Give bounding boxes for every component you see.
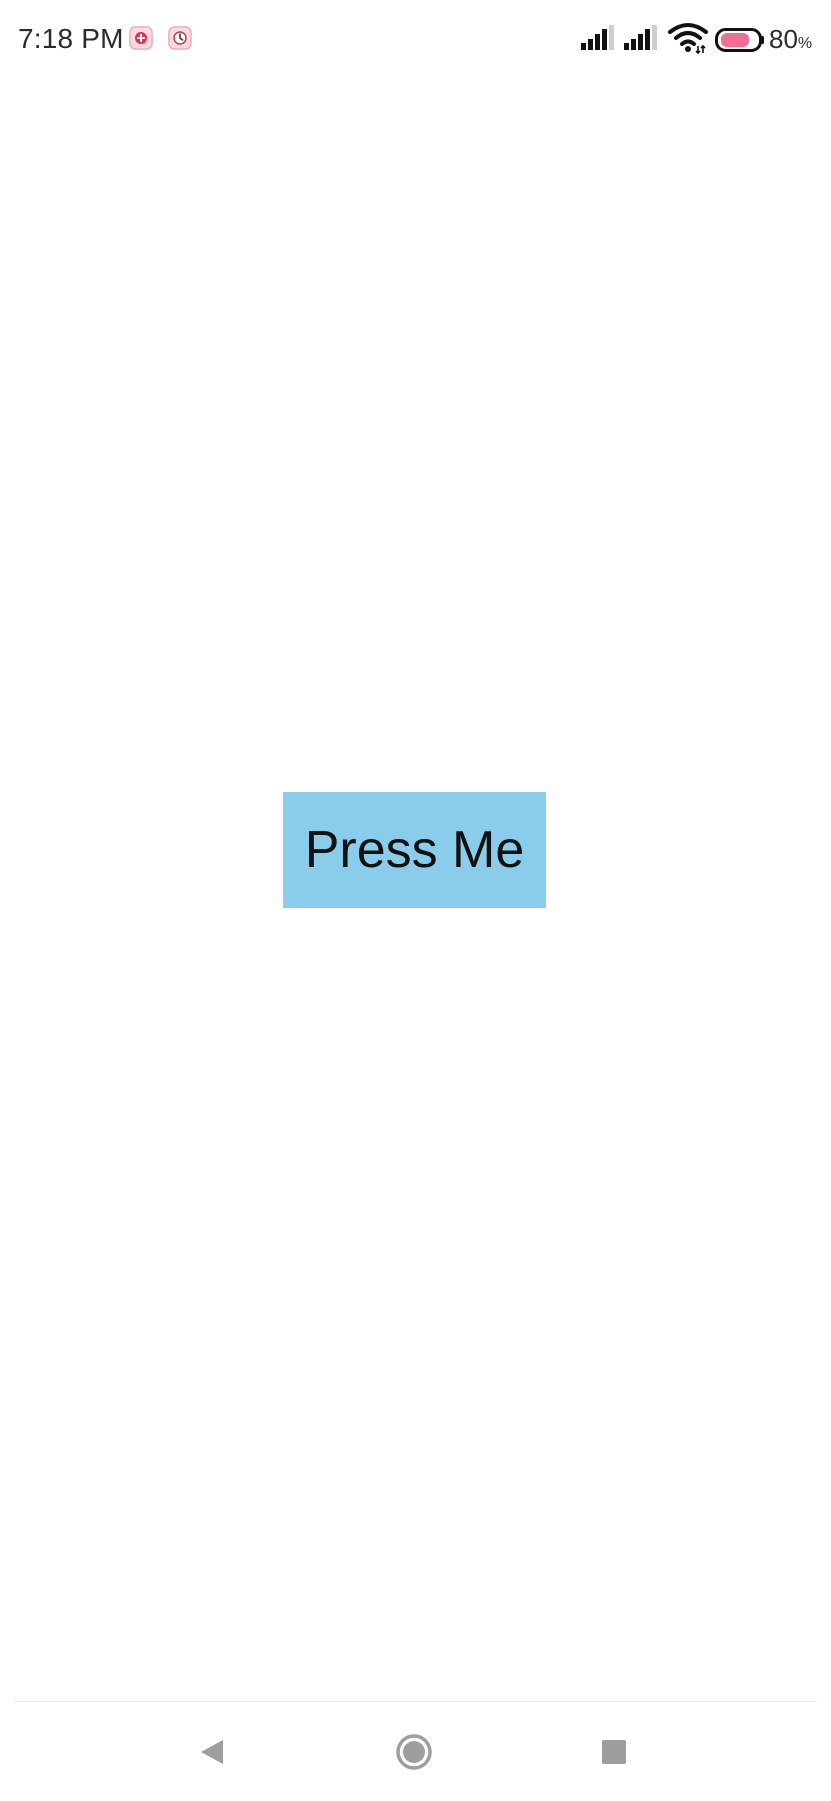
battery-icon [715, 28, 765, 52]
press-me-button[interactable]: Press Me [283, 792, 546, 908]
app-notification-icon [129, 26, 153, 50]
recents-icon [600, 1738, 628, 1771]
battery-percentage: 80% [769, 24, 813, 54]
status-time: 7:18 PM [18, 23, 124, 54]
back-icon [197, 1737, 227, 1772]
home-icon [394, 1732, 434, 1777]
status-bar: 7:18 PM 80% [0, 0, 831, 80]
cellular-signal-icon [623, 24, 659, 52]
wifi-icon [668, 22, 708, 55]
home-button[interactable] [392, 1732, 436, 1776]
navigation-bar [0, 1702, 831, 1801]
cellular-signal-icon [580, 24, 616, 52]
app-notification-icon [168, 26, 192, 50]
recents-button[interactable] [592, 1732, 636, 1776]
back-button[interactable] [190, 1732, 234, 1776]
